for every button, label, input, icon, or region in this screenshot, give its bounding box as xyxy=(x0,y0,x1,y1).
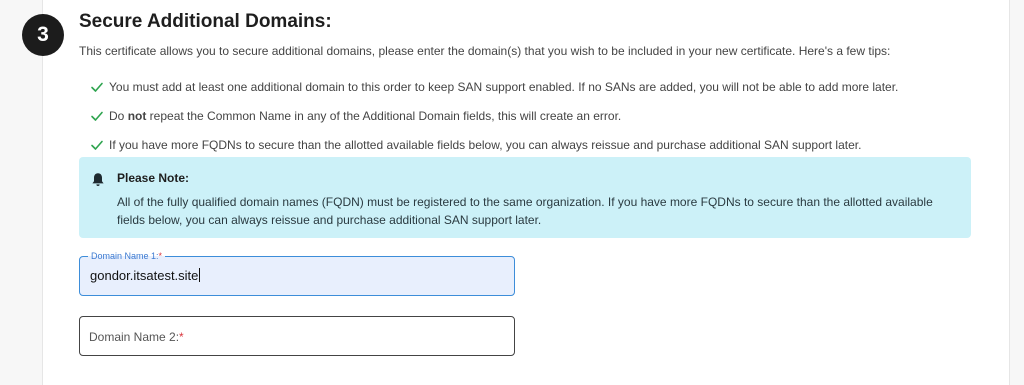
required-mark: * xyxy=(158,251,163,261)
left-gutter xyxy=(0,0,43,385)
domain-name-1-label-text: Domain Name 1: xyxy=(91,251,159,261)
tip-text: Do not repeat the Common Name in any of … xyxy=(109,109,621,123)
check-icon xyxy=(91,82,103,92)
bell-icon xyxy=(92,173,104,186)
required-mark: * xyxy=(179,330,184,344)
domain-name-2-field[interactable]: Domain Name 2:* xyxy=(79,316,515,356)
tip-text: If you have more FQDNs to secure than th… xyxy=(109,137,862,152)
domain-name-2-label: Domain Name 2:* xyxy=(89,330,184,344)
tip-item: If you have more FQDNs to secure than th… xyxy=(90,130,898,159)
tip-text: You must add at least one additional dom… xyxy=(109,79,899,94)
tip-text-post: repeat the Common Name in any of the Add… xyxy=(146,108,622,123)
note-text: All of the fully qualified domain names … xyxy=(117,195,933,227)
step-number: 3 xyxy=(37,23,49,46)
check-icon xyxy=(91,140,103,150)
tip-text-bold: not xyxy=(127,108,147,123)
step-number-badge: 3 xyxy=(22,14,64,56)
tip-text-pre: Do xyxy=(109,108,128,123)
tips-list: You must add at least one additional dom… xyxy=(90,72,898,159)
domain-name-1-input[interactable]: gondor.itsatest.site xyxy=(90,268,201,283)
domain-name-1-field[interactable]: Domain Name 1:* gondor.itsatest.site xyxy=(79,250,515,296)
section-title: Secure Additional Domains: xyxy=(79,11,332,32)
domain-name-2-label-text: Domain Name 2: xyxy=(89,330,180,344)
domain-name-1-label: Domain Name 1:* xyxy=(88,250,166,262)
domain-name-1-value: gondor.itsatest.site xyxy=(90,268,199,283)
section-intro: This certificate allows you to secure ad… xyxy=(79,44,891,58)
right-gutter xyxy=(1009,0,1024,385)
tip-item: Do not repeat the Common Name in any of … xyxy=(90,101,898,130)
note-title: Please Note: xyxy=(117,171,190,185)
check-icon xyxy=(91,111,103,121)
please-note-alert: Please Note: All of the fully qualified … xyxy=(79,157,971,238)
text-cursor xyxy=(199,268,201,282)
tip-item: You must add at least one additional dom… xyxy=(90,72,898,101)
